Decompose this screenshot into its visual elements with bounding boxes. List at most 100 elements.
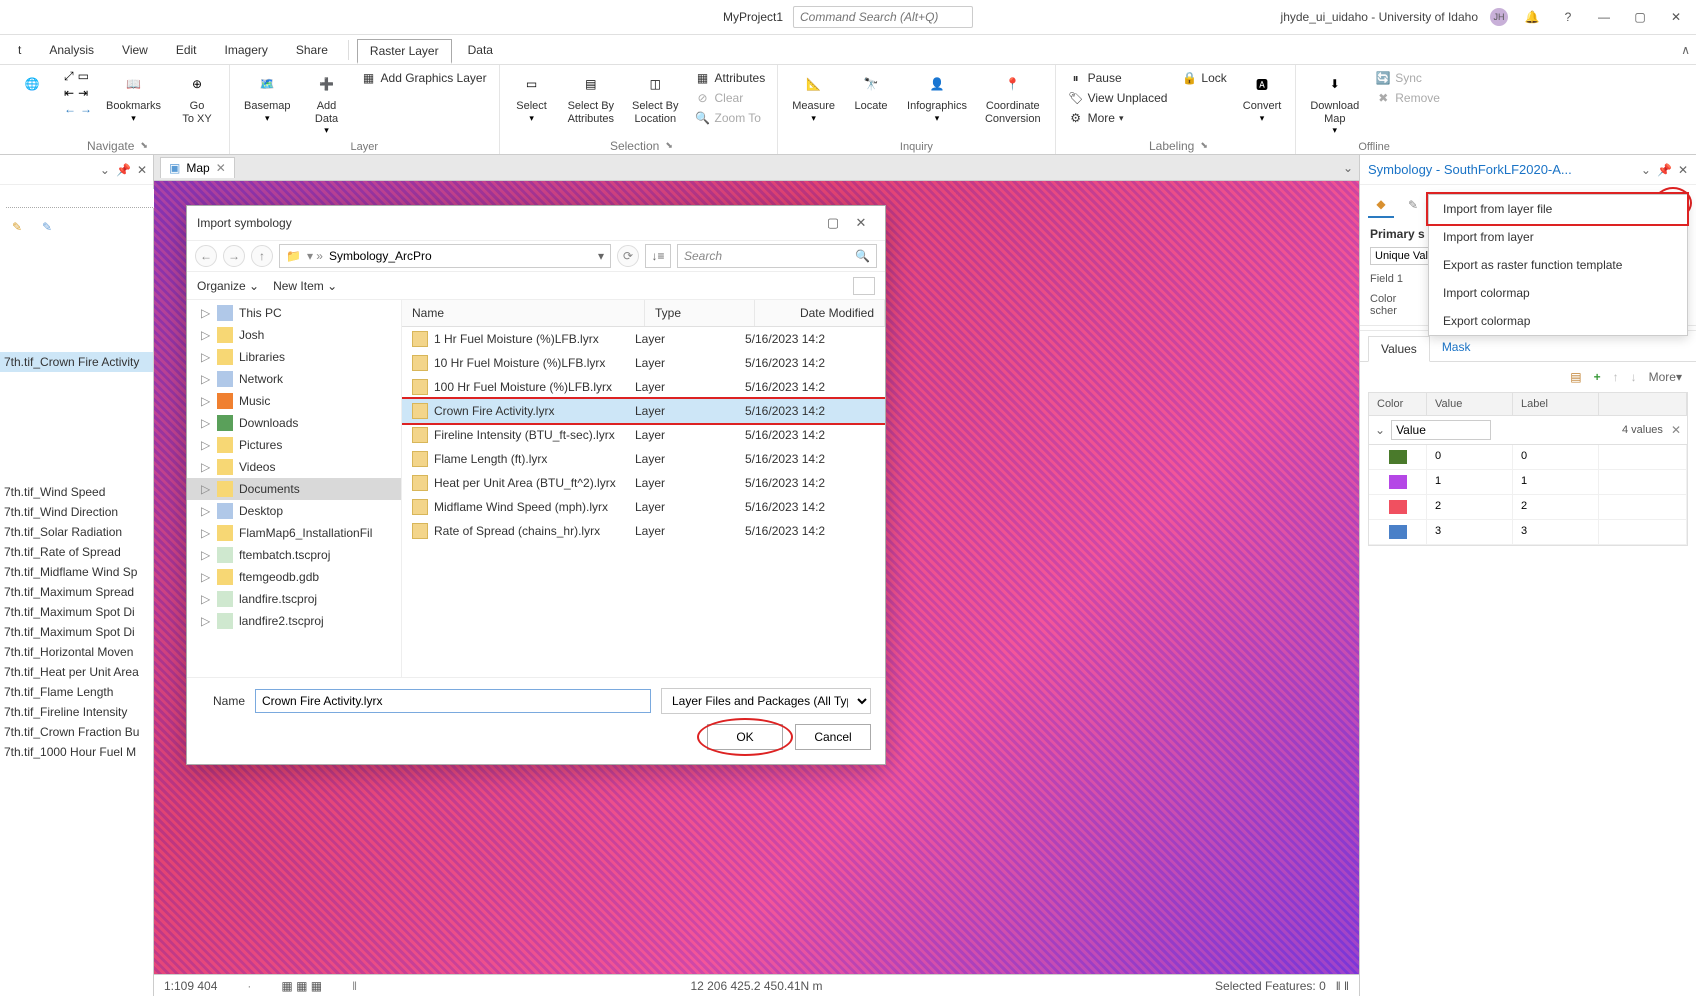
col-label[interactable]: Label bbox=[1513, 393, 1599, 415]
add-data-button[interactable]: ➕Add Data▾ bbox=[305, 69, 349, 138]
remove-group-icon[interactable]: ✕ bbox=[1671, 423, 1681, 437]
folder-tree[interactable]: ▷This PC▷Josh▷Libraries▷Network▷Music▷Do… bbox=[187, 300, 402, 677]
toc-item[interactable]: 7th.tif_Heat per Unit Area bbox=[0, 662, 153, 682]
tree-item[interactable]: ▷Network bbox=[187, 368, 401, 390]
view-unplaced-button[interactable]: 🏷View Unplaced bbox=[1066, 89, 1170, 107]
color-swatch[interactable] bbox=[1389, 525, 1407, 539]
add-value-icon[interactable]: + bbox=[1594, 370, 1601, 384]
tab-list-dropdown-icon[interactable]: ⌄ bbox=[1343, 161, 1353, 175]
col-date[interactable]: Date Modified bbox=[755, 300, 885, 326]
toc-item[interactable]: 7th.tif_1000 Hour Fuel M bbox=[0, 742, 153, 762]
menu-import-from-layer-file[interactable]: Import from layer file bbox=[1429, 195, 1687, 223]
file-row[interactable]: Fireline Intensity (BTU_ft-sec).lyrxLaye… bbox=[402, 423, 885, 447]
move-down-icon[interactable]: ↓ bbox=[1631, 370, 1637, 384]
command-search-input[interactable] bbox=[793, 6, 973, 28]
toc-item[interactable]: 7th.tif_Solar Radiation bbox=[0, 522, 153, 542]
sync-button[interactable]: 🔄Sync bbox=[1373, 69, 1424, 87]
notifications-icon[interactable]: 🔔 bbox=[1520, 10, 1544, 24]
nav-up-icon[interactable]: ↑ bbox=[251, 245, 273, 267]
toc-item[interactable]: 7th.tif_Midflame Wind Sp bbox=[0, 562, 153, 582]
minimize-icon[interactable]: — bbox=[1592, 10, 1616, 24]
goto-xy-button[interactable]: ⊕Go To XY bbox=[175, 69, 219, 127]
path-breadcrumb[interactable]: 📁 ▾ » Symbology_ArcPro ▾ bbox=[279, 244, 611, 268]
tree-item[interactable]: ▷landfire2.tscproj bbox=[187, 610, 401, 632]
tree-item[interactable]: ▷FlamMap6_InstallationFil bbox=[187, 522, 401, 544]
remove-button[interactable]: ✖Remove bbox=[1373, 89, 1442, 107]
refresh-icon[interactable]: ⟳ bbox=[617, 245, 639, 267]
panel-pin-icon[interactable]: 📌 bbox=[1657, 163, 1672, 177]
menu-item[interactable]: Imagery bbox=[213, 39, 280, 61]
ribbon-collapse-icon[interactable]: ∧ bbox=[1681, 43, 1690, 57]
collapse-group-icon[interactable]: ⌄ bbox=[1375, 423, 1385, 437]
nav-forward-icon[interactable]: → bbox=[223, 245, 245, 267]
bookmarks-button[interactable]: 📖Bookmarks▾ bbox=[102, 69, 165, 126]
tree-item[interactable]: ▷Josh bbox=[187, 324, 401, 346]
value-row[interactable]: 22 bbox=[1369, 495, 1687, 520]
basemap-button[interactable]: 🗺️Basemap▾ bbox=[240, 69, 294, 126]
explore-button[interactable]: 🌐 bbox=[10, 69, 54, 102]
value-row[interactable]: 11 bbox=[1369, 470, 1687, 495]
mask-tab[interactable]: Mask bbox=[1430, 335, 1483, 361]
menu-item[interactable]: t bbox=[6, 39, 33, 61]
panel-close-icon[interactable]: ✕ bbox=[1678, 163, 1688, 177]
file-row[interactable]: Heat per Unit Area (BTU_ft^2).lyrxLayer5… bbox=[402, 471, 885, 495]
next-extent-icon[interactable]: → bbox=[80, 102, 92, 116]
file-row[interactable]: Midflame Wind Speed (mph).lyrxLayer5/16/… bbox=[402, 495, 885, 519]
file-row[interactable]: Rate of Spread (chains_hr).lyrxLayer5/16… bbox=[402, 519, 885, 543]
tree-item[interactable]: ▷Libraries bbox=[187, 346, 401, 368]
contextual-tab-data[interactable]: Data bbox=[456, 39, 505, 61]
more-options-button[interactable]: More ▾ bbox=[1649, 370, 1682, 384]
full-extent-icon[interactable]: ⤢ bbox=[64, 69, 74, 84]
more-labeling-button[interactable]: ⚙More▾ bbox=[1066, 109, 1126, 127]
help-icon[interactable]: ? bbox=[1556, 10, 1580, 24]
menu-item[interactable]: Edit bbox=[164, 39, 209, 61]
panel-close-icon[interactable]: ✕ bbox=[137, 163, 147, 177]
col-type[interactable]: Type bbox=[645, 300, 755, 326]
tree-item[interactable]: ▷Pictures bbox=[187, 434, 401, 456]
new-item-button[interactable]: New Item ⌄ bbox=[273, 279, 337, 293]
path-dropdown-icon[interactable]: ▾ bbox=[598, 249, 604, 263]
download-map-button[interactable]: ⬇Download Map▾ bbox=[1306, 69, 1363, 138]
menu-item[interactable]: View bbox=[110, 39, 160, 61]
map-tab[interactable]: ▣ Map ✕ bbox=[160, 157, 235, 178]
maximize-icon[interactable]: ▢ bbox=[1628, 10, 1652, 24]
toc-item[interactable]: 7th.tif_Wind Speed bbox=[0, 482, 153, 502]
cancel-button[interactable]: Cancel bbox=[795, 724, 871, 750]
select-by-location-button[interactable]: ◫Select By Location bbox=[628, 69, 682, 127]
toc-list[interactable]: 7th.tif_Crown Fire Activity7th.tif_Wind … bbox=[0, 242, 153, 996]
menu-export-colormap[interactable]: Export colormap bbox=[1429, 307, 1687, 335]
ok-button[interactable]: OK bbox=[707, 724, 783, 750]
file-type-select[interactable]: Layer Files and Packages (All Types bbox=[661, 688, 871, 714]
organize-button[interactable]: Organize ⌄ bbox=[197, 279, 259, 293]
zoom-to-selection-button[interactable]: 🔍Zoom To bbox=[693, 109, 763, 127]
zoom-out-icon[interactable]: ⇥ bbox=[78, 86, 88, 100]
file-row[interactable]: 10 Hr Fuel Moisture (%)LFB.lyrxLayer5/16… bbox=[402, 351, 885, 375]
tree-item[interactable]: ▷Downloads bbox=[187, 412, 401, 434]
menu-import-colormap[interactable]: Import colormap bbox=[1429, 279, 1687, 307]
vary-symbology-tab-icon[interactable]: ✎ bbox=[1400, 192, 1426, 218]
select-button[interactable]: ▭Select▾ bbox=[510, 69, 554, 126]
attributes-button[interactable]: ▦Attributes bbox=[693, 69, 768, 87]
fixed-zoom-icon[interactable]: ▭ bbox=[78, 69, 89, 84]
add-graphics-layer-button[interactable]: ▦Add Graphics Layer bbox=[359, 69, 489, 87]
add-all-values-icon[interactable]: ▤ bbox=[1570, 370, 1581, 384]
close-tab-icon[interactable]: ✕ bbox=[216, 161, 226, 175]
value-row[interactable]: 00 bbox=[1369, 445, 1687, 470]
toc-item[interactable]: 7th.tif_Maximum Spot Di bbox=[0, 602, 153, 622]
toc-item[interactable]: 7th.tif_Flame Length bbox=[0, 682, 153, 702]
locate-button[interactable]: 🔭Locate bbox=[849, 69, 893, 115]
close-icon[interactable]: ✕ bbox=[1664, 10, 1688, 24]
dialog-search-input[interactable]: Search 🔍 bbox=[677, 244, 877, 268]
file-row[interactable]: Crown Fire Activity.lyrxLayer5/16/2023 1… bbox=[402, 399, 885, 423]
file-row[interactable]: 100 Hr Fuel Moisture (%)LFB.lyrxLayer5/1… bbox=[402, 375, 885, 399]
dialog-close-icon[interactable]: ✕ bbox=[847, 215, 875, 231]
measure-button[interactable]: 📐Measure▾ bbox=[788, 69, 839, 126]
view-mode-icon[interactable] bbox=[853, 277, 875, 295]
infographics-button[interactable]: 👤Infographics▾ bbox=[903, 69, 971, 126]
toc-item[interactable]: 7th.tif_Fireline Intensity bbox=[0, 702, 153, 722]
col-color[interactable]: Color bbox=[1369, 393, 1427, 415]
filename-input[interactable] bbox=[255, 689, 651, 713]
tree-item[interactable]: ▷Desktop bbox=[187, 500, 401, 522]
group-field-input[interactable] bbox=[1391, 420, 1491, 440]
toc-item[interactable]: 7th.tif_Maximum Spread bbox=[0, 582, 153, 602]
